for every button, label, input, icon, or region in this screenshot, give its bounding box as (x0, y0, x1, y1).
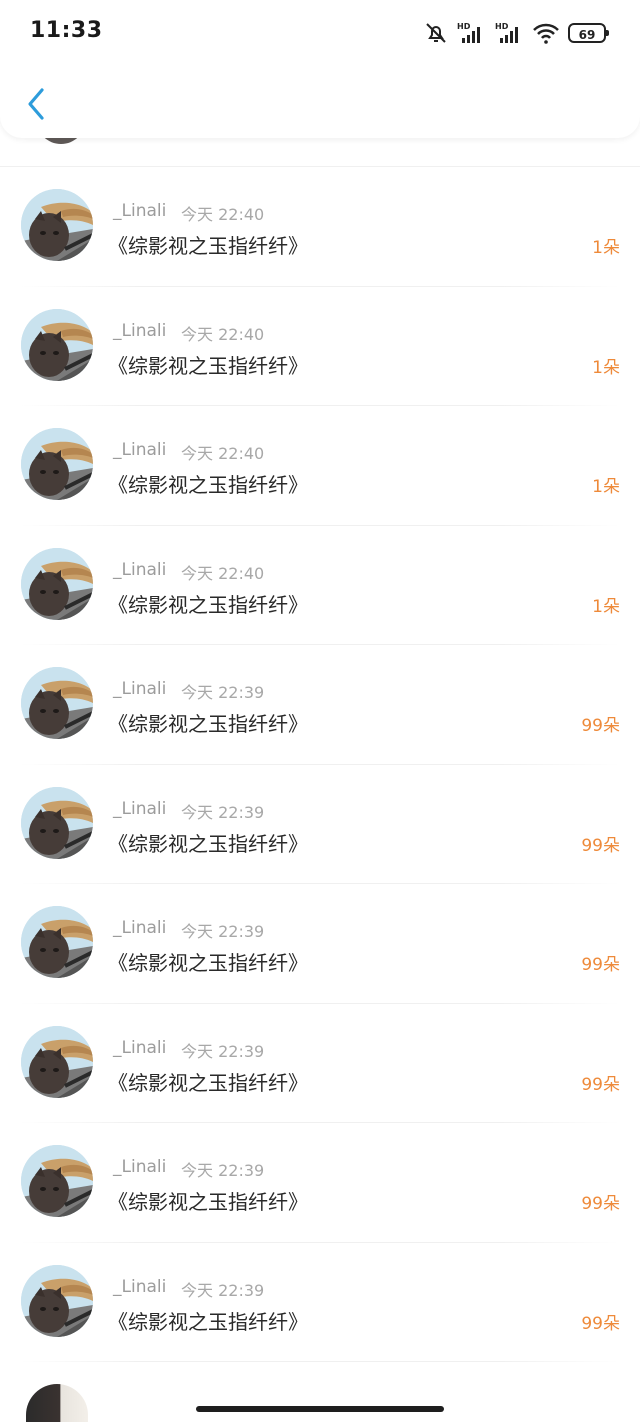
book-title[interactable]: 《综影视之玉指纤纤》 (108, 589, 308, 618)
timestamp: 今天 22:40 (181, 563, 265, 583)
timestamp: 今天 22:40 (181, 205, 265, 224)
avatar[interactable] (21, 667, 93, 739)
timestamp: 今天 22:39 (181, 922, 265, 941)
username[interactable]: _Linali (113, 1157, 166, 1177)
reward-amount: 99朵 (581, 955, 620, 975)
book-title[interactable]: 《综影视之玉指纤纤》 (108, 230, 308, 259)
timestamp: 今天 22:40 (181, 444, 265, 463)
avatar[interactable] (21, 1025, 93, 1098)
avatar-partial (26, 1384, 88, 1422)
svg-text:HD: HD (495, 22, 509, 31)
list-item[interactable]: _Linali 今天 22:39 《综影视之玉指纤纤》 99朵 (0, 1243, 640, 1363)
avatar[interactable] (21, 428, 93, 500)
list-item[interactable]: _Linali 今天 22:40 《综影视之玉指纤纤》 1朵 (0, 406, 640, 526)
timestamp: 今天 22:39 (181, 683, 265, 702)
timestamp: 今天 22:39 (181, 802, 265, 822)
timestamp: 今天 22:40 (181, 324, 265, 344)
list-item[interactable]: _Linali 今天 22:39 《综影视之玉指纤纤》 99朵 (0, 1123, 640, 1243)
username[interactable]: _Linali (113, 679, 166, 699)
username[interactable]: _Linali (113, 201, 166, 221)
home-indicator[interactable] (196, 1406, 444, 1412)
status-icons: HD HD 69 (424, 18, 609, 48)
reward-amount: 99朵 (581, 1313, 620, 1334)
username[interactable]: _Linali (113, 440, 166, 460)
avatar[interactable] (21, 906, 93, 978)
avatar[interactable] (21, 786, 93, 859)
book-title[interactable]: 《综影视之玉指纤纤》 (108, 1067, 308, 1096)
mute-bell-icon (424, 21, 448, 45)
book-title[interactable]: 《综影视之玉指纤纤》 (108, 1306, 308, 1335)
list-item[interactable]: _Linali 今天 22:40 《综影视之玉指纤纤》 1朵 (0, 526, 640, 646)
list-item[interactable]: _Linali 今天 22:39 《综影视之玉指纤纤》 99朵 (0, 645, 640, 765)
wifi-icon (532, 21, 560, 45)
screen: 11:33 HD HD 69 _Linali 今天 22:40 《综影视之玉指纤… (0, 0, 640, 1422)
username[interactable]: _Linali (113, 918, 166, 938)
hd-signal-icon: HD (494, 21, 524, 45)
username[interactable]: _Linali (113, 321, 166, 341)
reward-amount: 99朵 (581, 1194, 620, 1214)
hd-signal-icon: HD (456, 21, 486, 45)
username[interactable]: _Linali (113, 1038, 166, 1058)
status-time: 11:33 (30, 18, 103, 43)
timestamp: 今天 22:39 (181, 1280, 265, 1300)
list-item[interactable]: _Linali 今天 22:39 《综影视之玉指纤纤》 99朵 (0, 884, 640, 1004)
list-item[interactable]: _Linali 今天 22:40 《综影视之玉指纤纤》 1朵 (0, 287, 640, 407)
reward-list: _Linali 今天 22:40 《综影视之玉指纤纤》 1朵 _Linali 今… (0, 167, 640, 1362)
list-item[interactable]: _Linali 今天 22:40 《综影视之玉指纤纤》 1朵 (0, 167, 640, 287)
reward-amount: 99朵 (581, 716, 620, 736)
list-item[interactable]: _Linali 今天 22:39 《综影视之玉指纤纤》 99朵 (0, 765, 640, 885)
list-item[interactable]: _Linali 今天 22:39 《综影视之玉指纤纤》 99朵 (0, 1004, 640, 1124)
username[interactable]: _Linali (113, 560, 166, 580)
avatar[interactable] (21, 308, 93, 381)
reward-amount: 1朵 (592, 357, 620, 378)
username[interactable]: _Linali (113, 1277, 166, 1297)
book-title[interactable]: 《综影视之玉指纤纤》 (108, 469, 308, 498)
book-title[interactable]: 《综影视之玉指纤纤》 (108, 828, 308, 857)
reward-amount: 1朵 (592, 596, 620, 617)
avatar[interactable] (21, 1145, 93, 1217)
chevron-left-icon (28, 88, 44, 120)
timestamp: 今天 22:39 (181, 1041, 265, 1061)
battery-icon: 69 (568, 23, 609, 43)
header: 11:33 HD HD 69 (0, 0, 640, 138)
avatar[interactable] (21, 189, 93, 261)
reward-amount: 1朵 (592, 477, 620, 497)
book-title[interactable]: 《综影视之玉指纤纤》 (108, 708, 308, 737)
book-title[interactable]: 《综影视之玉指纤纤》 (108, 350, 308, 379)
book-title[interactable]: 《综影视之玉指纤纤》 (108, 947, 308, 976)
timestamp: 今天 22:39 (181, 1161, 265, 1180)
avatar[interactable] (21, 547, 93, 620)
back-button[interactable] (16, 80, 56, 128)
avatar[interactable] (21, 1264, 93, 1337)
svg-text:HD: HD (457, 22, 471, 31)
reward-amount: 99朵 (581, 835, 620, 856)
book-title[interactable]: 《综影视之玉指纤纤》 (108, 1186, 308, 1215)
reward-amount: 1朵 (592, 238, 620, 258)
username[interactable]: _Linali (113, 799, 166, 819)
reward-amount: 99朵 (581, 1074, 620, 1095)
